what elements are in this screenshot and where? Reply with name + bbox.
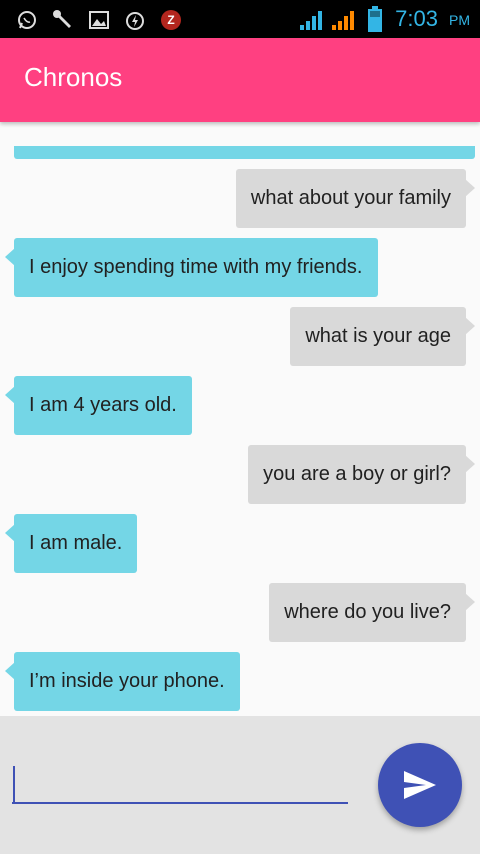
bot-message-bubble: I am 4 years old. [5,376,192,435]
bot-message-bubble: I enjoy spending time with my friends. [5,238,378,297]
svg-text:Z: Z [167,13,174,27]
app-title: Chronos [24,62,123,92]
bot-message-bubble: I am male. [4,514,138,573]
battery-saver-icon [124,9,144,30]
text-cursor [13,766,15,802]
user-message-bubble: you are a boy or girl? [248,445,475,504]
send-button[interactable] [378,743,462,827]
signal-icon [330,9,356,30]
wrench-icon [52,9,72,29]
battery-icon [368,6,382,32]
user-message-bubble: what is your age [290,307,475,366]
send-icon [404,771,436,799]
message-input[interactable] [12,764,348,804]
bot-message-bubble: I’m inside your phone. [5,652,240,711]
chat-list[interactable]: what about your family I enjoy spending … [0,122,480,716]
app-bar: Chronos [0,38,480,122]
user-message-bubble: what about your family [235,169,476,228]
user-message-bubble: where do you live? [269,583,475,642]
status-ampm: PM [449,12,470,28]
composer [0,716,480,854]
status-bar: Z 7:03 PM [0,0,480,38]
partial-message-bubble [14,146,475,159]
status-time: 7:03 [395,6,438,31]
signal-icon [298,9,324,30]
image-icon [88,9,109,29]
zedge-icon: Z [160,9,181,30]
whatsapp-icon [16,9,36,29]
